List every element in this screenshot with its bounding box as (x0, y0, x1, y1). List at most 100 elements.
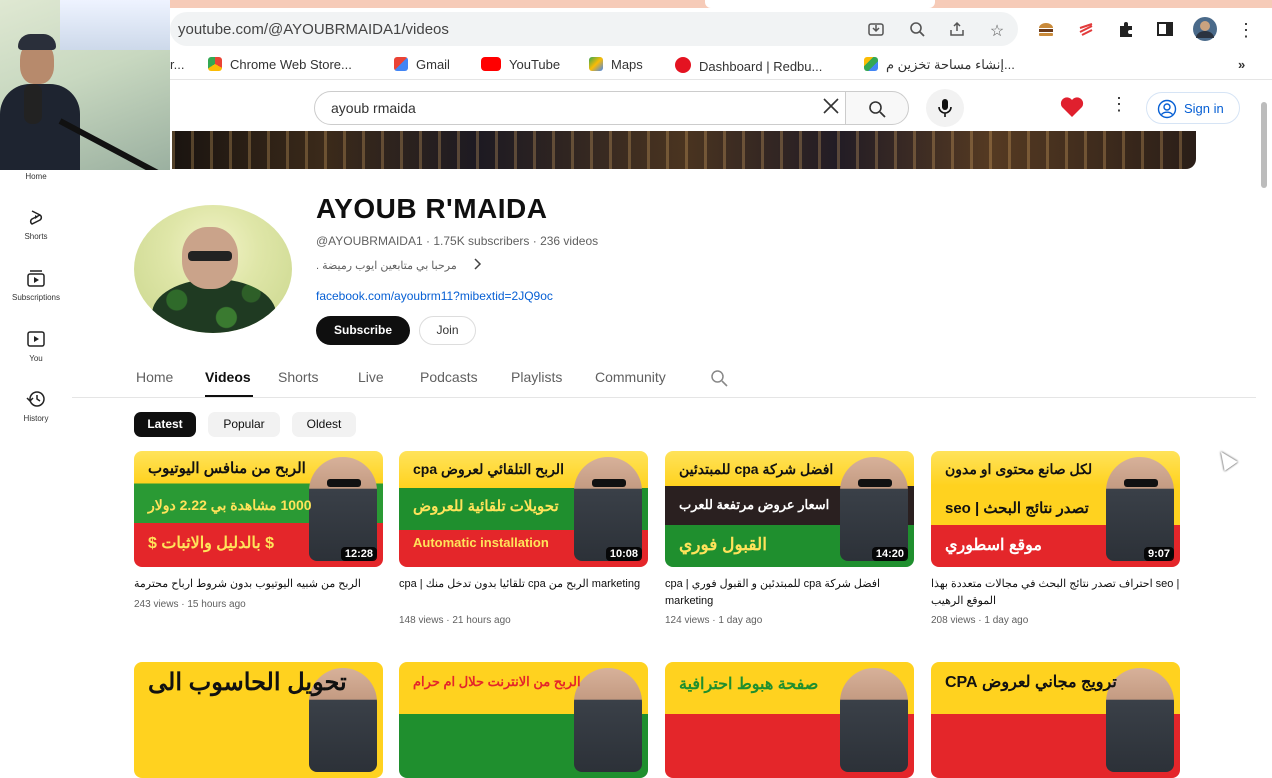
video-title[interactable]: cpa | للمبتدئين و القبول فوري cpa افضل ش… (665, 576, 914, 610)
share-icon[interactable] (947, 21, 967, 42)
sign-in-button[interactable]: Sign in (1146, 92, 1240, 124)
search-input[interactable]: ayoub rmaida (314, 91, 846, 125)
channel-description-text: مرحبا بي متابعين ايوب رميضة . (316, 260, 457, 272)
side-panel-icon[interactable] (1155, 20, 1175, 43)
extension-red-icon[interactable] (1076, 20, 1096, 43)
bookmark-youtube[interactable]: YouTube (481, 57, 560, 72)
video-meta: 243 views · 15 hours ago (134, 599, 246, 610)
view-count: 124 views (665, 615, 710, 626)
heart-extension-icon[interactable] (1060, 96, 1084, 123)
banner-city-lights (172, 131, 1196, 169)
active-browser-tab[interactable] (705, 0, 935, 8)
tab-videos[interactable]: Videos (205, 369, 251, 385)
thumbnail-text: الربح التلقائي لعروض cpa (413, 461, 564, 477)
sidebar-item-home[interactable]: Home (0, 172, 72, 181)
sidebar-item-label: You (29, 354, 43, 363)
video-thumbnail[interactable]: الربح من الانترنت حلال ام حرام (399, 662, 648, 778)
bookmark-drive[interactable]: إنشاء مساحة تخزين م... (864, 57, 1015, 73)
upload-age: 15 hours ago (187, 599, 246, 610)
video-thumbnail[interactable]: الربح من منافس اليوتيوب 1000 مشاهدة بي 2… (134, 451, 383, 567)
chevron-right-icon (472, 257, 482, 273)
search-button[interactable] (845, 91, 909, 125)
bookmark-item[interactable]: r... (170, 57, 184, 72)
sidebar-item-label: Shorts (24, 232, 48, 241)
video-thumbnail[interactable]: لكل صانع محتوى او مدون تصدر نتائج البحث … (931, 451, 1180, 567)
bookmarks-bar: r... Chrome Web Store... Gmail YouTube M… (0, 50, 1272, 80)
bookmark-maps[interactable]: Maps (589, 57, 643, 72)
redbubble-icon (675, 57, 691, 73)
thumbnail-text: اسعار عروض مرتفعة للعرب (679, 497, 830, 512)
video-title[interactable]: احتراف تصدر نتائج البحث في مجالات متعددة… (931, 576, 1180, 610)
clear-search-icon[interactable] (821, 96, 841, 122)
webcam-window-light (60, 0, 170, 50)
thumbnail-text: الربح من الانترنت حلال ام حرام (413, 674, 581, 689)
page-scrollbar[interactable] (1256, 80, 1272, 720)
scrollbar-thumb[interactable] (1261, 102, 1267, 188)
tab-community[interactable]: Community (595, 369, 666, 385)
sidebar-item-subscriptions[interactable]: Subscriptions (0, 269, 72, 302)
subscribe-button[interactable]: Subscribe (316, 316, 410, 345)
search-input-value[interactable]: ayoub rmaida (331, 100, 416, 116)
channel-name: AYOUB R'MAIDA (316, 193, 548, 224)
chip-popular[interactable]: Popular (208, 412, 280, 437)
channel-description[interactable]: مرحبا بي متابعين ايوب رميضة . (316, 258, 482, 272)
account-circle-icon (1157, 99, 1177, 119)
bookmark-star-icon[interactable]: ☆ (987, 21, 1007, 41)
channel-avatar (134, 205, 292, 333)
video-thumbnail[interactable]: الربح التلقائي لعروض cpa تحويلات تلقائية… (399, 451, 648, 567)
video-thumbnail[interactable]: تحويل الحاسوب الى (134, 662, 383, 778)
avatar-sunglasses (188, 251, 232, 261)
tab-shorts[interactable]: Shorts (278, 369, 318, 385)
sidebar-item-shorts[interactable]: Shorts (0, 208, 72, 241)
more-bookmarks-button[interactable]: » (1238, 57, 1245, 72)
thumbnail-text: $ بالدليل والاثبات $ (148, 535, 275, 552)
sidebar-item-label: Home (25, 172, 47, 181)
youtube-header: ayoub rmaida ⋮ Sign in (0, 80, 1256, 132)
chip-oldest[interactable]: Oldest (292, 412, 356, 437)
channel-search-icon[interactable] (710, 369, 728, 392)
chip-latest[interactable]: Latest (134, 412, 196, 437)
address-bar[interactable]: youtube.com/@AYOUBRMAIDA1/videos ☆ (170, 12, 1018, 46)
video-title[interactable]: cpa | تلقائيا بدون تدخل منك cpa الربح من… (399, 576, 648, 593)
sign-in-label: Sign in (1184, 101, 1224, 116)
extension-burger-icon[interactable] (1036, 20, 1056, 43)
webcam-overlay (0, 0, 170, 170)
channel-banner (172, 131, 1196, 169)
voice-search-button[interactable] (926, 89, 964, 127)
zoom-icon[interactable] (907, 21, 927, 42)
video-thumbnail[interactable]: صفحة هبوط احترافية (665, 662, 914, 778)
youtube-icon (481, 57, 501, 71)
tab-playlists[interactable]: Playlists (511, 369, 562, 385)
browser-menu-icon[interactable]: ⋮ (1236, 20, 1256, 41)
mic-icon (938, 99, 952, 117)
sidebar-item-history[interactable]: History (0, 390, 72, 423)
shorts-icon (29, 210, 43, 225)
video-meta: 124 views · 1 day ago (665, 615, 763, 626)
subscriber-count: 1.75K subscribers (433, 234, 530, 248)
bookmark-chrome-web-store[interactable]: Chrome Web Store... (208, 57, 352, 72)
install-app-icon[interactable] (866, 21, 886, 42)
join-button[interactable]: Join (419, 316, 476, 345)
video-meta: 148 views · 21 hours ago (399, 615, 511, 626)
thumbnail-person (840, 457, 908, 561)
video-thumbnail[interactable]: افضل شركة cpa للمبتدئين اسعار عروض مرتفع… (665, 451, 914, 567)
thumbnail-person (1106, 457, 1174, 561)
video-thumbnail[interactable]: ترويج مجاني لعروض CPA (931, 662, 1180, 778)
meta-separator: · (532, 234, 541, 248)
sidebar-item-label: History (23, 414, 49, 423)
video-duration: 14:20 (871, 547, 908, 561)
settings-menu-icon[interactable]: ⋮ (1110, 94, 1128, 115)
tab-live[interactable]: Live (358, 369, 384, 385)
channel-link[interactable]: facebook.com/ayoubrm11?mibextid=2JQ9oc (316, 289, 553, 303)
bookmark-redbubble-dashboard[interactable]: Dashboard | Redbu... (675, 57, 822, 74)
tab-home[interactable]: Home (136, 369, 173, 385)
address-bar-url[interactable]: youtube.com/@AYOUBRMAIDA1/videos (178, 21, 449, 38)
mouse-cursor-icon (1214, 447, 1238, 471)
video-title[interactable]: الربح من شبيه اليوتيوب بدون شروط ارباح م… (134, 576, 383, 593)
extensions-puzzle-icon[interactable] (1116, 20, 1136, 43)
profile-avatar-icon[interactable] (1192, 16, 1217, 47)
tab-podcasts[interactable]: Podcasts (420, 369, 478, 385)
sidebar-item-you[interactable]: You (0, 330, 72, 363)
thumbnail-sunglasses (1124, 479, 1158, 487)
bookmark-gmail[interactable]: Gmail (394, 57, 450, 72)
